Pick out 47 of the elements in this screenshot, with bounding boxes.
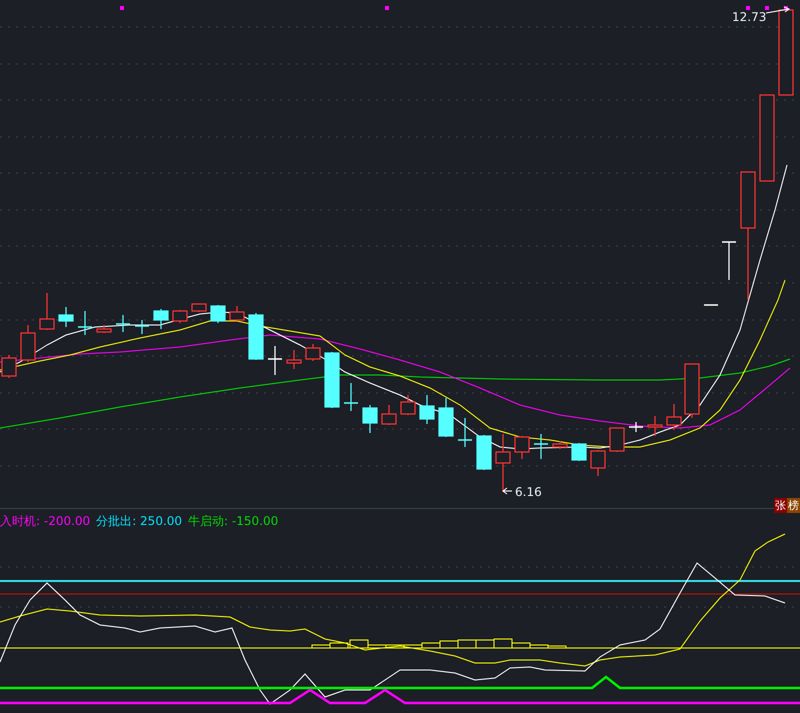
candlestick <box>153 309 169 329</box>
candlestick <box>39 293 55 330</box>
candlestick <box>20 325 36 362</box>
candlestick <box>344 383 358 411</box>
candlestick <box>116 315 130 332</box>
candlestick <box>305 344 321 361</box>
candlestick <box>324 352 340 408</box>
candlestick <box>268 346 282 375</box>
candlestick <box>362 405 378 433</box>
status-tag: 张 <box>774 498 787 513</box>
candlestick <box>534 434 548 459</box>
candlestick <box>248 313 264 360</box>
candlestick <box>722 241 736 280</box>
indicator-value: 分批出: 250.00 <box>96 512 182 530</box>
candlestick <box>172 310 188 323</box>
candlestick <box>381 405 397 425</box>
candlestick <box>647 416 663 436</box>
candlestick <box>135 320 149 334</box>
candlestick <box>495 434 511 492</box>
candlestick <box>684 363 700 418</box>
indicator-value: 入时机: -200.00 <box>0 512 90 530</box>
candlestick <box>210 305 226 323</box>
candlestick <box>419 395 435 424</box>
candlestick <box>476 435 492 470</box>
candlestick <box>704 304 718 306</box>
pointer-arrow <box>502 488 512 494</box>
candlestick <box>629 422 643 432</box>
status-tag: 榜 <box>787 498 800 513</box>
candlestick <box>78 311 92 335</box>
candlestick <box>58 307 74 327</box>
candlestick <box>609 427 625 452</box>
candlestick <box>438 398 454 437</box>
candlestick <box>191 303 207 312</box>
candlestick <box>552 441 568 449</box>
low-price-label: 6.16 <box>515 485 542 499</box>
candlestick <box>96 325 112 333</box>
candlestick <box>514 436 530 459</box>
indicator-value: 牛启动: -150.00 <box>188 512 278 530</box>
candlestick <box>400 395 416 415</box>
candlestick <box>571 443 587 461</box>
candlestick <box>286 350 302 369</box>
high-price-label: 12.73 <box>732 10 766 24</box>
candlestick <box>666 404 682 430</box>
candlestick <box>590 450 606 476</box>
candlestick <box>229 306 245 321</box>
pointer-arrow <box>766 6 790 14</box>
candlestick <box>458 418 472 447</box>
